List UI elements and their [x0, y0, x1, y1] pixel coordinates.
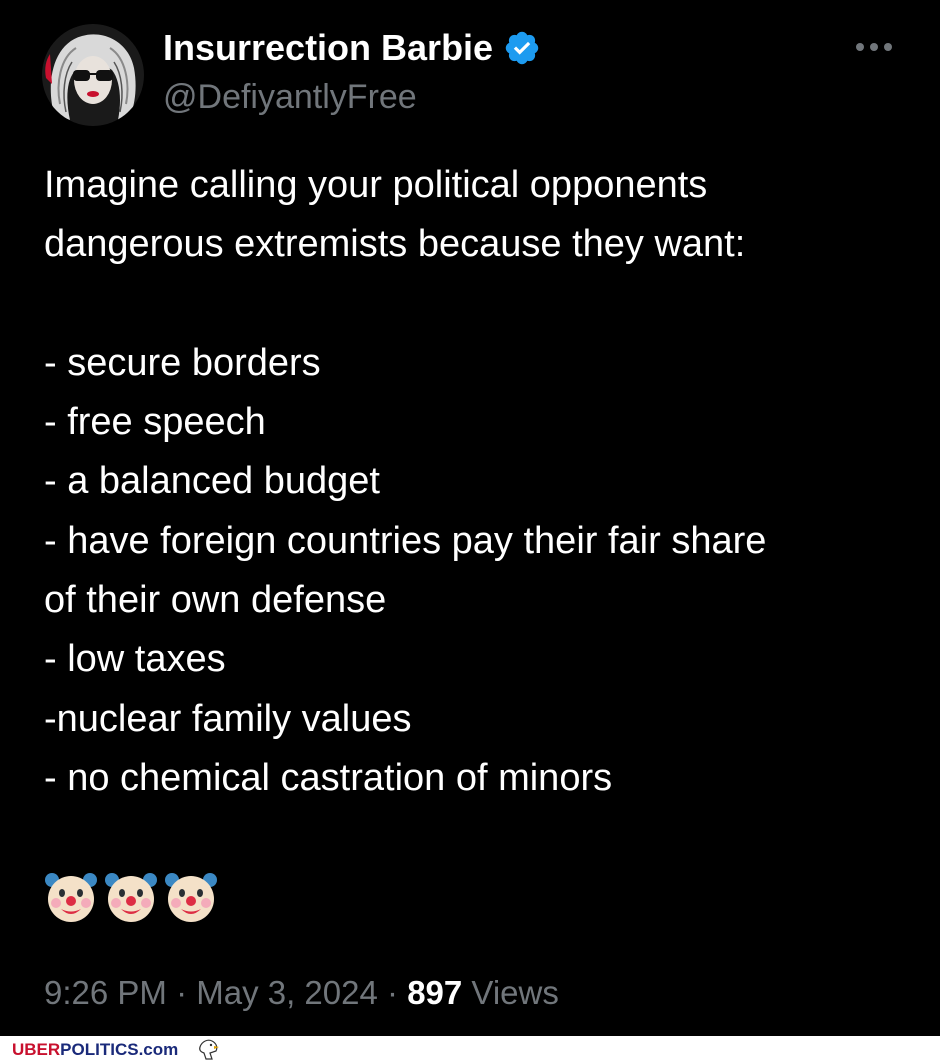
- tweet-meta: 9:26 PM · May 3, 2024 · 897 Views: [44, 974, 559, 1012]
- tweet-list-item: - low taxes: [44, 638, 226, 681]
- more-horizontal-icon: [856, 43, 892, 51]
- author-name[interactable]: Insurrection Barbie: [163, 27, 493, 69]
- watermark-part: POLITICS: [60, 1040, 139, 1059]
- more-options-button[interactable]: [850, 32, 898, 62]
- watermark-part: UBER: [12, 1040, 61, 1059]
- watermark-part: .com: [138, 1040, 179, 1059]
- author-name-row[interactable]: Insurrection Barbie: [163, 27, 541, 69]
- tweet-list-item: -nuclear family values: [44, 697, 412, 740]
- watermark-text: UBERPOLITICS.com: [12, 1040, 178, 1060]
- author-handle[interactable]: @DefiyantlyFree: [163, 78, 417, 117]
- tweet-list-item: - free speech: [44, 401, 266, 444]
- tweet-time[interactable]: 9:26 PM: [44, 974, 167, 1011]
- verified-badge-icon: [505, 31, 539, 65]
- tweet-list-item: - have foreign countries pay their fair …: [44, 519, 767, 562]
- clown-face-icon: [105, 873, 157, 922]
- watermark-bar: UBERPOLITICS.com: [0, 1036, 940, 1063]
- clown-face-icon: [165, 873, 217, 922]
- tweet-line: dangerous extremists because they want:: [44, 223, 746, 266]
- separator: ·: [377, 974, 408, 1011]
- separator: ·: [166, 974, 197, 1011]
- tweet-list-item: - no chemical castration of minors: [44, 756, 613, 799]
- clown-face-icon: [45, 873, 97, 922]
- emoji-row: [44, 868, 218, 924]
- eagle-icon: [199, 1039, 219, 1060]
- tweet-text: Imagine calling your political opponents…: [44, 156, 924, 808]
- tweet-list-item: - secure borders: [44, 341, 321, 384]
- woman-sunglasses-avatar-icon: [42, 24, 144, 126]
- views-label: Views: [462, 974, 559, 1011]
- tweet-list-item: - a balanced budget: [44, 460, 380, 503]
- avatar[interactable]: [42, 24, 144, 126]
- views-count[interactable]: 897: [407, 974, 462, 1011]
- tweet-date[interactable]: May 3, 2024: [196, 974, 378, 1011]
- tweet-list-item: of their own defense: [44, 579, 387, 622]
- tweet-line: Imagine calling your political opponents: [44, 164, 708, 206]
